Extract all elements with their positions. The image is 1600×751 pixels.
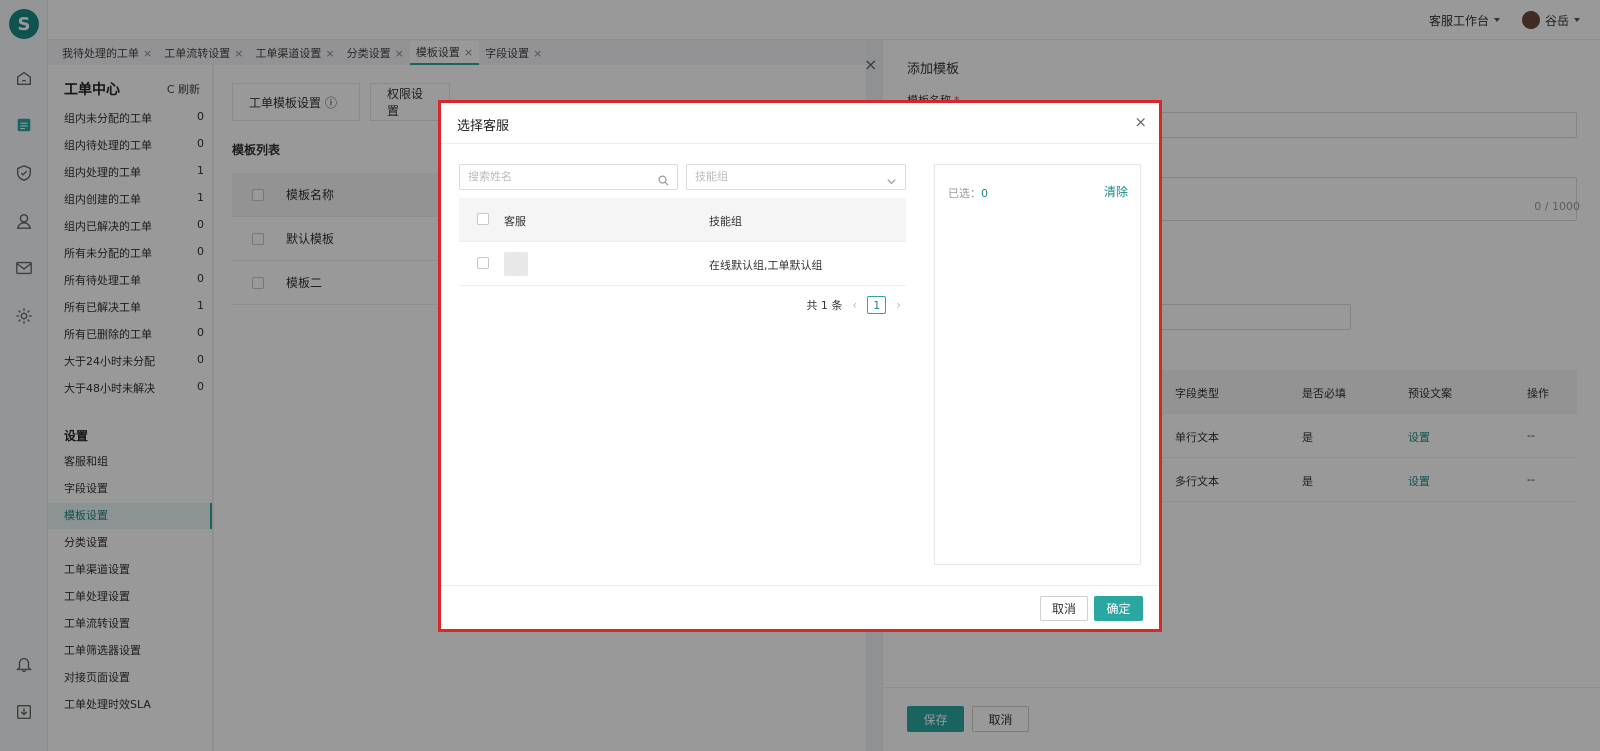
search-input[interactable]: 搜索姓名 [459,164,678,190]
selected-label: 已选： [948,187,981,200]
confirm-button[interactable]: 确定 [1094,596,1143,621]
pagination: 共 1 条 ‹ 1 › [806,296,901,314]
agent-table-header: 客服 技能组 [459,198,906,242]
select-all-checkbox[interactable] [477,213,489,225]
agent-group: 在线默认组,工单默认组 [709,259,823,272]
prev-page-icon[interactable]: ‹ [852,298,857,312]
selected-panel: 已选：0 清除 [934,164,1141,565]
total-count: 共 1 条 [806,299,843,312]
search-placeholder: 搜索姓名 [468,170,512,183]
avatar [504,252,528,276]
modal-footer: 取消 确定 [441,585,1159,629]
table-row[interactable]: 在线默认组,工单默认组 [459,242,906,286]
search-icon [658,171,669,195]
row-checkbox[interactable] [477,257,489,269]
selected-number: 0 [981,187,988,200]
modal-title: 选择客服 [457,119,510,134]
page-number[interactable]: 1 [867,296,887,314]
column-header: 技能组 [709,215,742,228]
select-agent-modal: 选择客服 × 搜索姓名 技能组 客服 技能组 在线默认组,工单默认组 共 1 条… [438,100,1162,632]
clear-button[interactable]: 清除 [1104,183,1128,200]
column-header: 客服 [504,215,526,228]
select-placeholder: 技能组 [695,170,728,183]
skill-group-select[interactable]: 技能组 [686,164,906,190]
chevron-down-icon [886,172,897,196]
modal-header: 选择客服 × [441,103,1159,144]
cancel-button[interactable]: 取消 [1040,596,1088,621]
next-page-icon[interactable]: › [896,298,901,312]
close-icon[interactable]: × [1134,113,1147,131]
selected-count: 已选：0 [948,185,988,201]
